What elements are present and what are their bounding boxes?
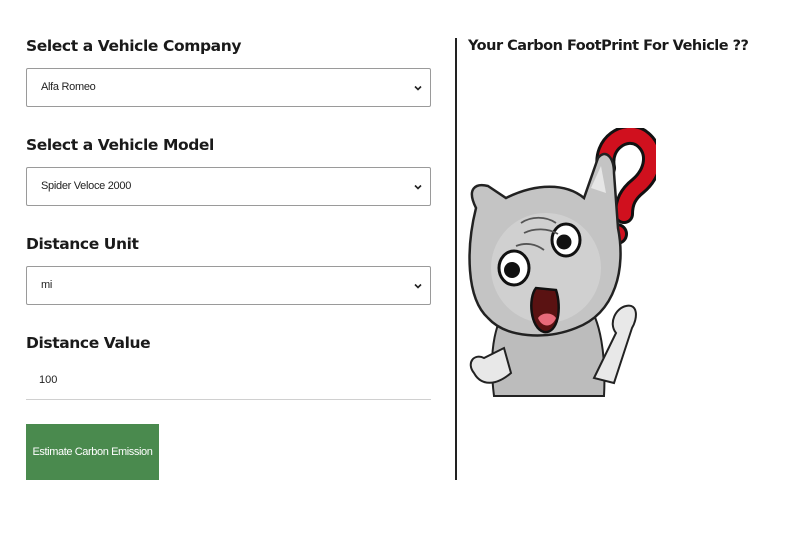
chevron-down-icon [414, 85, 422, 91]
unit-select[interactable]: mi [26, 266, 431, 305]
vehicle-form: Select a Vehicle Company Alfa Romeo Sele… [26, 34, 431, 430]
chevron-down-icon [414, 184, 422, 190]
company-select-value: Alfa Romeo [41, 81, 96, 93]
company-label: Select a Vehicle Company [26, 37, 242, 55]
model-group: Select a Vehicle Model Spider Veloce 200… [26, 133, 431, 232]
unit-label: Distance Unit [26, 235, 139, 253]
unit-group: Distance Unit mi [26, 232, 431, 331]
distance-input[interactable]: 100 [26, 365, 431, 400]
model-label: Select a Vehicle Model [26, 136, 214, 154]
result-title: Your Carbon FootPrint For Vehicle ?? [468, 38, 749, 54]
chevron-down-icon [414, 283, 422, 289]
distance-label: Distance Value [26, 334, 151, 352]
company-select[interactable]: Alfa Romeo [26, 68, 431, 107]
model-select[interactable]: Spider Veloce 2000 [26, 167, 431, 206]
distance-group: Distance Value 100 [26, 331, 431, 430]
model-select-value: Spider Veloce 2000 [41, 180, 132, 192]
estimate-button[interactable]: Estimate Carbon Emission [26, 424, 159, 480]
unit-select-value: mi [41, 279, 53, 291]
column-divider [455, 38, 457, 480]
company-group: Select a Vehicle Company Alfa Romeo [26, 34, 431, 133]
confused-cat-illustration [468, 128, 656, 397]
